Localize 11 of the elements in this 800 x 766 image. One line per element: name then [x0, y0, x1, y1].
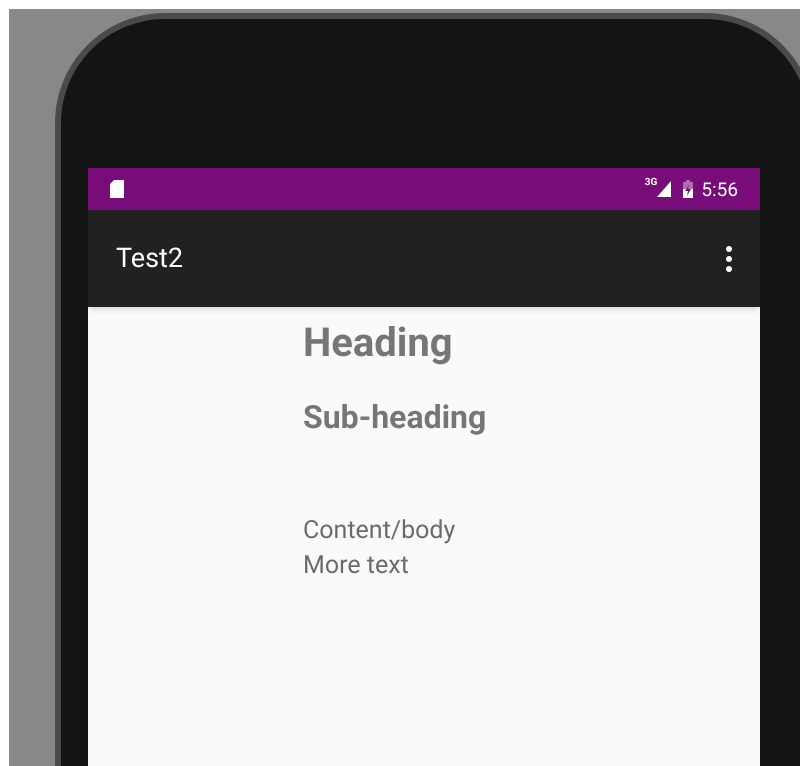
app-title: Test2: [116, 241, 184, 276]
heading: Heading: [303, 318, 454, 368]
battery-charging-icon: [683, 180, 694, 198]
network-type: 3G: [644, 178, 658, 188]
clock-time: 5:56: [701, 180, 738, 198]
body-text: Content/body: [303, 515, 456, 547]
sd-card-icon: [110, 180, 124, 198]
signal-icon: [657, 181, 672, 197]
sub-heading: Sub-heading: [303, 397, 488, 437]
body-text: More text: [303, 550, 410, 582]
overflow-menu-icon[interactable]: [726, 246, 732, 272]
